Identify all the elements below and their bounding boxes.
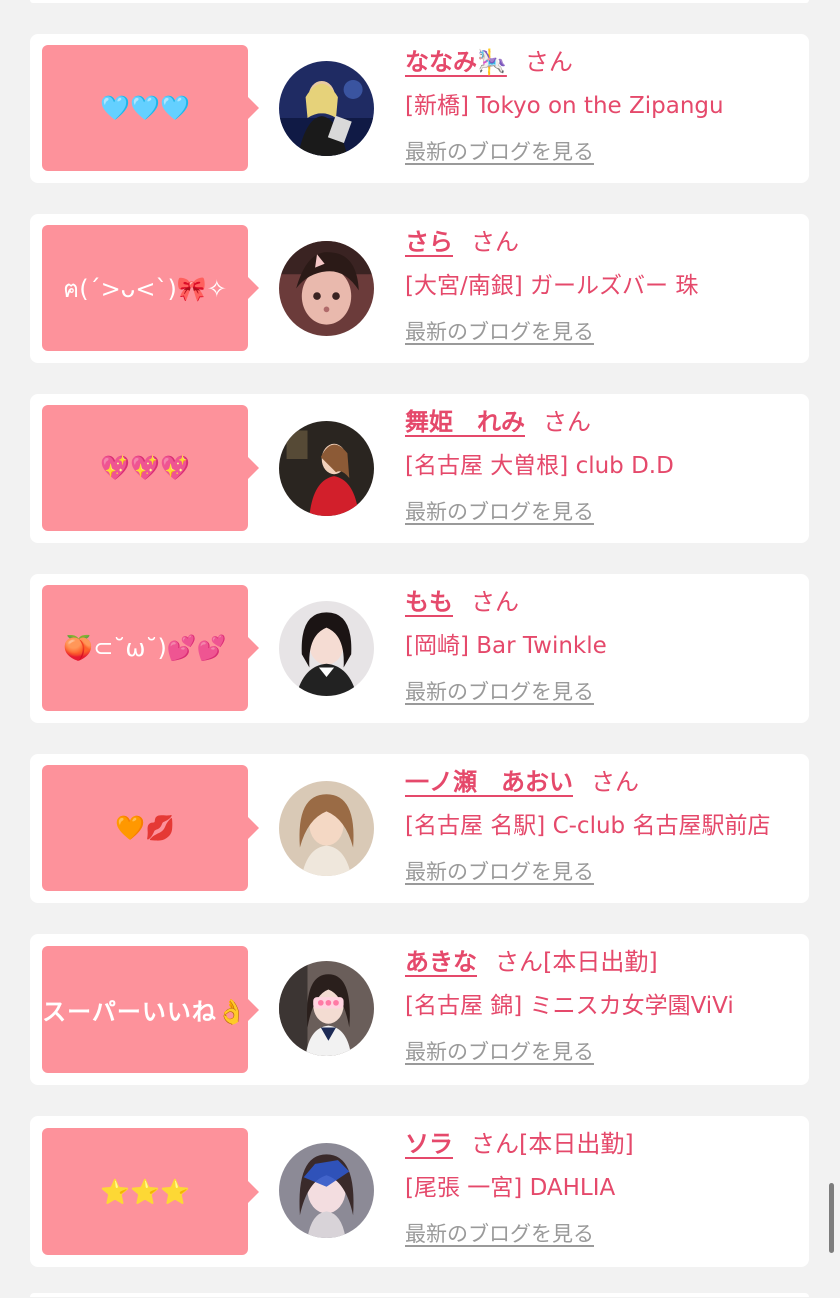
message-text: スーパーいいね👌 bbox=[42, 998, 248, 1026]
message-bubble: ⭐⭐⭐ bbox=[42, 1128, 259, 1255]
avatar[interactable] bbox=[279, 781, 374, 876]
message-text: 🧡💋 bbox=[115, 814, 175, 842]
attendance-status: [本日出勤] bbox=[519, 1130, 634, 1158]
shop-name: [大宮/南銀] ガールズバー 珠 bbox=[405, 273, 699, 299]
cast-name-link[interactable]: ソラ bbox=[405, 1130, 453, 1158]
shop-name: [新橋] Tokyo on the Zipangu bbox=[405, 93, 724, 119]
list-item: ⭐⭐⭐ ソラ さん[本日出勤] [尾張 一宮] DAHLIA 最新のブログを見る bbox=[30, 1116, 809, 1267]
avatar[interactable] bbox=[279, 1143, 374, 1238]
list-item: 🍑⊂˘ω˘)💕💕 もも さん [岡崎] Bar Twinkle 最新のブログを見る bbox=[30, 574, 809, 723]
attendance-status: [本日出勤] bbox=[543, 948, 658, 976]
cast-name-link[interactable]: 一ノ瀬 あおい bbox=[405, 768, 573, 796]
message-bubble: スーパーいいね👌 bbox=[42, 946, 259, 1073]
message-text: ฅ(ˊ>ᴗ<ˋ)🎀✧ bbox=[63, 274, 227, 303]
avatar[interactable] bbox=[279, 601, 374, 696]
message-text: ⭐⭐⭐ bbox=[100, 1177, 190, 1206]
avatar[interactable] bbox=[279, 421, 374, 516]
honorific: さん bbox=[471, 1130, 519, 1158]
message-bubble: 🍑⊂˘ω˘)💕💕 bbox=[42, 585, 259, 711]
latest-blog-link[interactable]: 最新のブログを見る bbox=[405, 316, 594, 346]
honorific: さん bbox=[543, 408, 591, 436]
scrollbar[interactable] bbox=[829, 1183, 834, 1253]
latest-blog-link[interactable]: 最新のブログを見る bbox=[405, 1218, 594, 1248]
message-text: 🩵🩵🩵 bbox=[100, 94, 190, 122]
honorific: さん bbox=[471, 588, 519, 616]
cast-name-link[interactable]: 舞姫 れみ bbox=[405, 408, 525, 436]
latest-blog-link[interactable]: 最新のブログを見る bbox=[405, 136, 594, 166]
shop-name: [名古屋 名駅] C-club 名古屋駅前店 bbox=[405, 813, 771, 839]
cast-name-link[interactable]: ななみ🎠 bbox=[405, 48, 507, 76]
list-item: 🩵🩵🩵 ななみ🎠 さん [新橋] Tokyo on the Zipangu 最新の… bbox=[30, 34, 809, 183]
latest-blog-link[interactable]: 最新のブログを見る bbox=[405, 676, 594, 706]
cast-name-link[interactable]: さら bbox=[405, 228, 453, 256]
list-item: ฅ(ˊ>ᴗ<ˋ)🎀✧ さら さん [大宮/南銀] ガールズバー 珠 最新のブログを… bbox=[30, 214, 809, 363]
list-item: 🧡💋 一ノ瀬 あおい さん [名古屋 名駅] C-club 名古屋駅前店 最新のブ… bbox=[30, 754, 809, 903]
list-item: スーパーいいね👌 あきな さん[本日出勤] [名古屋 錦] ミニスカ女学園ViVi… bbox=[30, 934, 809, 1085]
previous-card-edge bbox=[30, 0, 809, 3]
shop-name: [名古屋 錦] ミニスカ女学園ViVi bbox=[405, 993, 734, 1019]
blog-like-list: 🩵🩵🩵 ななみ🎠 さん [新橋] Tokyo on the Zipangu 最新の… bbox=[30, 34, 809, 1298]
message-bubble: 🧡💋 bbox=[42, 765, 259, 891]
next-card-edge bbox=[30, 1293, 809, 1297]
honorific: さん bbox=[591, 768, 639, 796]
avatar[interactable] bbox=[279, 61, 374, 156]
message-text: 🍑⊂˘ω˘)💕💕 bbox=[63, 634, 227, 662]
honorific: さん bbox=[524, 48, 573, 76]
message-bubble: 🩵🩵🩵 bbox=[42, 45, 259, 171]
latest-blog-link[interactable]: 最新のブログを見る bbox=[405, 1036, 594, 1066]
shop-name: [名古屋 大曽根] club D.D bbox=[405, 453, 674, 479]
message-bubble: 💖💖💖 bbox=[42, 405, 259, 531]
latest-blog-link[interactable]: 最新のブログを見る bbox=[405, 496, 594, 526]
cast-name-link[interactable]: あきな bbox=[405, 948, 477, 976]
list-item: 💖💖💖 舞姫 れみ さん [名古屋 大曽根] club D.D 最新のブログを見る bbox=[30, 394, 809, 543]
message-text: 💖💖💖 bbox=[100, 454, 190, 482]
latest-blog-link[interactable]: 最新のブログを見る bbox=[405, 856, 594, 886]
shop-name: [尾張 一宮] DAHLIA bbox=[405, 1175, 616, 1201]
message-bubble: ฅ(ˊ>ᴗ<ˋ)🎀✧ bbox=[42, 225, 259, 351]
avatar[interactable] bbox=[279, 241, 374, 336]
avatar[interactable] bbox=[279, 961, 374, 1056]
honorific: さん bbox=[495, 948, 543, 976]
cast-name-link[interactable]: もも bbox=[405, 588, 453, 616]
shop-name: [岡崎] Bar Twinkle bbox=[405, 633, 607, 659]
honorific: さん bbox=[471, 228, 519, 256]
